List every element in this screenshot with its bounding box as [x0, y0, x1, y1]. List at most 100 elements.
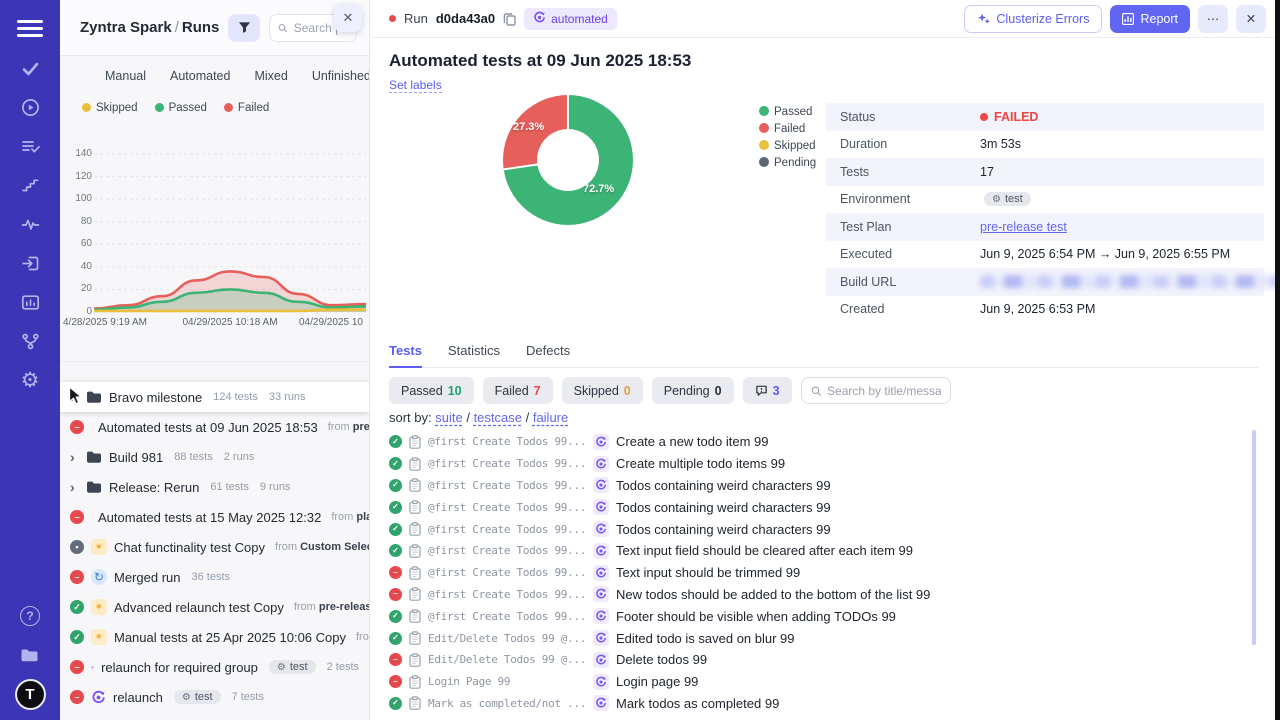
duration-value: 3m 53s: [980, 137, 1021, 151]
tab-manual[interactable]: Manual: [105, 69, 146, 83]
tests-search[interactable]: [801, 377, 951, 404]
run-row[interactable]: •✶Chat functinality test Copyfrom Custom…: [60, 532, 369, 562]
run-row[interactable]: –relaunch⚙test7 tests: [60, 682, 369, 712]
filter-button[interactable]: [228, 14, 260, 42]
run-topbar: Run d0da43a0 automated Clusterize Errors…: [371, 0, 1280, 38]
automated-run-icon: [595, 501, 607, 513]
comments-filter-button[interactable]: 3: [743, 377, 792, 404]
app-logo[interactable]: T: [17, 681, 44, 708]
y-tick-label: 60: [66, 238, 92, 249]
legend-pending[interactable]: Pending: [759, 157, 816, 169]
test-title[interactable]: Create a new todo item 99: [616, 434, 768, 449]
build-url-redacted: [980, 275, 1280, 288]
tab-unfinished[interactable]: Unfinished: [312, 69, 370, 83]
run-row[interactable]: –Automated tests at 15 May 2025 12:32fro…: [60, 502, 369, 532]
test-title[interactable]: Create multiple todo items 99: [616, 456, 785, 471]
filter-failed-button[interactable]: Failed 7: [483, 377, 553, 404]
test-row[interactable]: ✓@first Create Todos 99...Todos containi…: [389, 518, 1246, 540]
testcase-clipboard-icon: [409, 544, 421, 558]
run-row[interactable]: ✓✶Manual tests at 25 Apr 2025 10:06 Copy…: [60, 622, 369, 652]
tab-mixed[interactable]: Mixed: [254, 69, 287, 83]
run-row[interactable]: –relaunch for required group⚙test2 tests: [60, 652, 369, 682]
test-row[interactable]: –@first Create Todos 99...Text input sho…: [389, 562, 1246, 584]
tab-automated[interactable]: Automated: [170, 69, 230, 83]
tests-search-input[interactable]: [827, 384, 941, 398]
filter-pending-button[interactable]: Pending 0: [652, 377, 734, 404]
legend-passed[interactable]: Passed: [759, 106, 816, 118]
report-button[interactable]: Report: [1110, 5, 1190, 33]
test-row[interactable]: –@first Create Todos 99...New todos shou…: [389, 584, 1246, 606]
set-labels-link[interactable]: Set labels: [389, 78, 442, 93]
test-row[interactable]: ✓@first Create Todos 99...Create a new t…: [389, 431, 1246, 453]
sort-failure-link[interactable]: failure: [533, 410, 568, 425]
run-folder-row[interactable]: ›Bravo milestone124 tests33 runs: [60, 382, 369, 412]
analytics-icon[interactable]: [18, 290, 42, 314]
test-row[interactable]: ✓@first Create Todos 99...Todos containi…: [389, 475, 1246, 497]
run-status-dot: [389, 15, 396, 22]
test-row[interactable]: –Edit/Delete Todos 99 @...Delete todos 9…: [389, 649, 1246, 671]
screen-edge-strip: [1275, 0, 1280, 720]
environment-pill[interactable]: ⚙test: [984, 192, 1031, 206]
legend-failed[interactable]: Failed: [224, 102, 269, 114]
run-row[interactable]: –↻Merged run36 tests: [60, 562, 369, 592]
tab-tests[interactable]: Tests: [389, 343, 422, 367]
test-row[interactable]: ✓@first Create Todos 99...Todos containi…: [389, 496, 1246, 518]
run-folder-row[interactable]: ›Build 98188 tests2 runs: [60, 442, 369, 472]
legend-passed[interactable]: Passed: [155, 102, 207, 114]
automated-icon: [593, 434, 609, 450]
run-row[interactable]: ✓✶Advanced relaunch test Copyfrom pre-re…: [60, 592, 369, 622]
test-title[interactable]: Text input field should be cleared after…: [616, 543, 913, 558]
legend-failed[interactable]: Failed: [759, 123, 816, 135]
test-title[interactable]: New todos should be added to the bottom …: [616, 587, 930, 602]
runs-trend-chart: Skipped Passed Failed 020406080100120140…: [60, 96, 369, 362]
projects-folder-icon[interactable]: [18, 643, 42, 667]
test-title[interactable]: Login page 99: [616, 674, 698, 689]
milestones-steps-icon[interactable]: [18, 173, 42, 197]
run-row[interactable]: –Automated tests at 09 Jun 2025 18:53fro…: [60, 412, 369, 442]
runs-list-icon[interactable]: [18, 134, 42, 158]
panel-close-button[interactable]: ✕: [334, 4, 362, 32]
donut-legend: Passed Failed Skipped Pending: [759, 106, 816, 174]
tab-statistics[interactable]: Statistics: [448, 343, 500, 367]
test-row[interactable]: ✓@first Create Todos 99...Text input fie…: [389, 540, 1246, 562]
test-row[interactable]: ✓Edit/Delete Todos 99 @...Edited todo is…: [389, 627, 1246, 649]
chevron-right-icon[interactable]: ›: [70, 480, 79, 494]
pulse-activity-icon[interactable]: [18, 212, 42, 236]
project-name[interactable]: Zyntra Spark: [80, 19, 172, 36]
tests-scrollbar[interactable]: [1252, 430, 1256, 645]
sort-testcase-link[interactable]: testcase: [474, 410, 522, 425]
import-icon[interactable]: [18, 251, 42, 275]
run-folder-row[interactable]: ›Release: Rerun61 tests9 runs: [60, 472, 369, 502]
test-title[interactable]: Edited todo is saved on blur 99: [616, 631, 795, 646]
sort-suite-link[interactable]: suite: [435, 410, 462, 425]
legend-skipped[interactable]: Skipped: [82, 102, 138, 114]
test-title[interactable]: Footer should be visible when adding TOD…: [616, 609, 896, 624]
filter-passed-button[interactable]: Passed 10: [389, 377, 474, 404]
test-title[interactable]: Todos containing weird characters 99: [616, 478, 831, 493]
test-plan-link[interactable]: pre-release test: [980, 220, 1067, 234]
close-run-button[interactable]: ✕: [1236, 5, 1266, 33]
test-row[interactable]: ✓@first Create Todos 99...Footer should …: [389, 605, 1246, 627]
filter-skipped-button[interactable]: Skipped 0: [562, 377, 643, 404]
tests-check-icon[interactable]: [18, 56, 42, 80]
legend-skipped[interactable]: Skipped: [759, 140, 816, 152]
settings-gear-icon[interactable]: ⚙: [18, 368, 42, 392]
chevron-right-icon[interactable]: ›: [70, 450, 79, 464]
hamburger-menu-icon[interactable]: [17, 16, 43, 41]
automated-badge[interactable]: automated: [524, 8, 617, 30]
test-title[interactable]: Mark todos as completed 99: [616, 696, 779, 711]
test-title[interactable]: Todos containing weird characters 99: [616, 522, 831, 537]
tab-defects[interactable]: Defects: [526, 343, 570, 367]
copy-run-id-icon[interactable]: [503, 12, 516, 26]
test-title[interactable]: Todos containing weird characters 99: [616, 500, 831, 515]
test-row[interactable]: –Login Page 99Login page 99: [389, 671, 1246, 693]
help-icon[interactable]: ?: [20, 606, 40, 626]
test-title[interactable]: Text input should be trimmed 99: [616, 565, 800, 580]
branches-icon[interactable]: [18, 329, 42, 353]
clusterize-errors-button[interactable]: Clusterize Errors: [964, 5, 1102, 33]
test-row[interactable]: ✓@first Create Todos 99...Create multipl…: [389, 453, 1246, 475]
test-title[interactable]: Delete todos 99: [616, 652, 707, 667]
more-options-button[interactable]: ⋯: [1198, 5, 1228, 33]
run-play-icon[interactable]: [18, 95, 42, 119]
test-row[interactable]: ✓Mark as completed/not ...Mark todos as …: [389, 693, 1246, 715]
